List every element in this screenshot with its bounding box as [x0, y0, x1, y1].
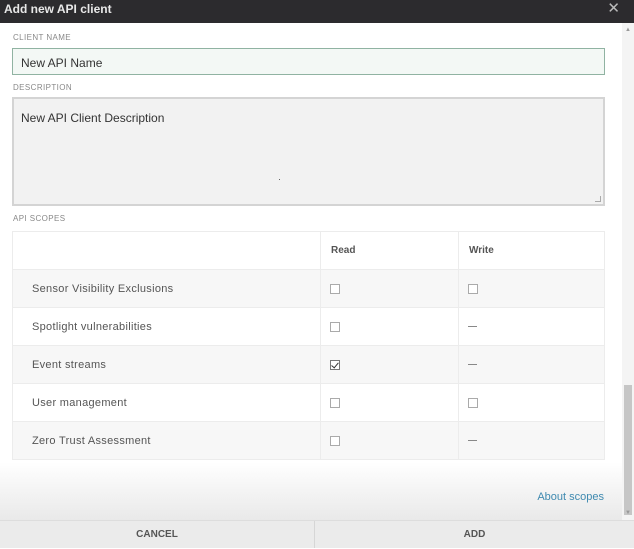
- not-available-dash-icon: [468, 326, 477, 328]
- read-checkbox[interactable]: [330, 435, 340, 446]
- scope-row: Sensor Visibility Exclusions: [12, 269, 605, 308]
- column-header-scope: [12, 231, 321, 270]
- write-cell: [458, 421, 605, 460]
- about-scopes-link[interactable]: About scopes: [537, 491, 604, 503]
- api-scopes-label: API SCOPES: [13, 214, 66, 223]
- dialog-footer: CANCEL ADD: [0, 520, 634, 548]
- scope-row: Zero Trust Assessment: [12, 421, 605, 460]
- scope-row: Event streams: [12, 345, 605, 384]
- write-cell: [458, 269, 605, 308]
- column-header-read: Read: [320, 231, 459, 270]
- resize-handle-icon[interactable]: [595, 196, 601, 202]
- dialog-header: Add new API client ✕: [0, 0, 634, 23]
- not-available-dash-icon: [468, 440, 477, 442]
- scroll-up-icon[interactable]: ▲: [625, 27, 631, 33]
- read-cell: [320, 345, 459, 384]
- scrollbar[interactable]: ▲ ▼: [622, 23, 634, 520]
- scope-name: Event streams: [12, 345, 321, 384]
- scrollbar-thumb[interactable]: [624, 385, 632, 515]
- write-cell: [458, 383, 605, 422]
- read-cell: [320, 383, 459, 422]
- read-checkbox[interactable]: [330, 359, 340, 370]
- scope-name: User management: [12, 383, 321, 422]
- dialog-title: Add new API client: [4, 2, 112, 16]
- read-cell: [320, 307, 459, 346]
- write-cell: [458, 345, 605, 384]
- description-text: New API Client Description: [21, 111, 165, 125]
- client-name-input[interactable]: New API Name: [12, 48, 605, 75]
- not-available-dash-icon: [468, 364, 477, 366]
- cancel-button[interactable]: CANCEL: [0, 521, 315, 548]
- read-checkbox[interactable]: [330, 397, 340, 408]
- read-cell: [320, 269, 459, 308]
- client-name-label: CLIENT NAME: [13, 33, 72, 42]
- description-textarea[interactable]: New API Client Description: [12, 97, 605, 206]
- write-cell: [458, 307, 605, 346]
- scope-name: Spotlight vulnerabilities: [12, 307, 321, 346]
- write-checkbox[interactable]: [468, 397, 478, 408]
- scopes-table: Read Write Sensor Visibility Exclusions S…: [12, 231, 605, 460]
- add-button[interactable]: ADD: [315, 521, 634, 548]
- scope-row: User management: [12, 383, 605, 422]
- read-checkbox[interactable]: [330, 283, 340, 294]
- write-checkbox[interactable]: [468, 283, 478, 294]
- cursor-dot: [279, 179, 280, 180]
- bottom-fade: [0, 462, 622, 520]
- close-icon[interactable]: ✕: [607, 0, 620, 18]
- read-checkbox[interactable]: [330, 321, 340, 332]
- read-cell: [320, 421, 459, 460]
- scope-name: Sensor Visibility Exclusions: [12, 269, 321, 308]
- scope-name: Zero Trust Assessment: [12, 421, 321, 460]
- column-header-write: Write: [458, 231, 605, 270]
- scroll-down-icon[interactable]: ▼: [625, 510, 631, 516]
- description-label: DESCRIPTION: [13, 83, 73, 92]
- scope-row: Spotlight vulnerabilities: [12, 307, 605, 346]
